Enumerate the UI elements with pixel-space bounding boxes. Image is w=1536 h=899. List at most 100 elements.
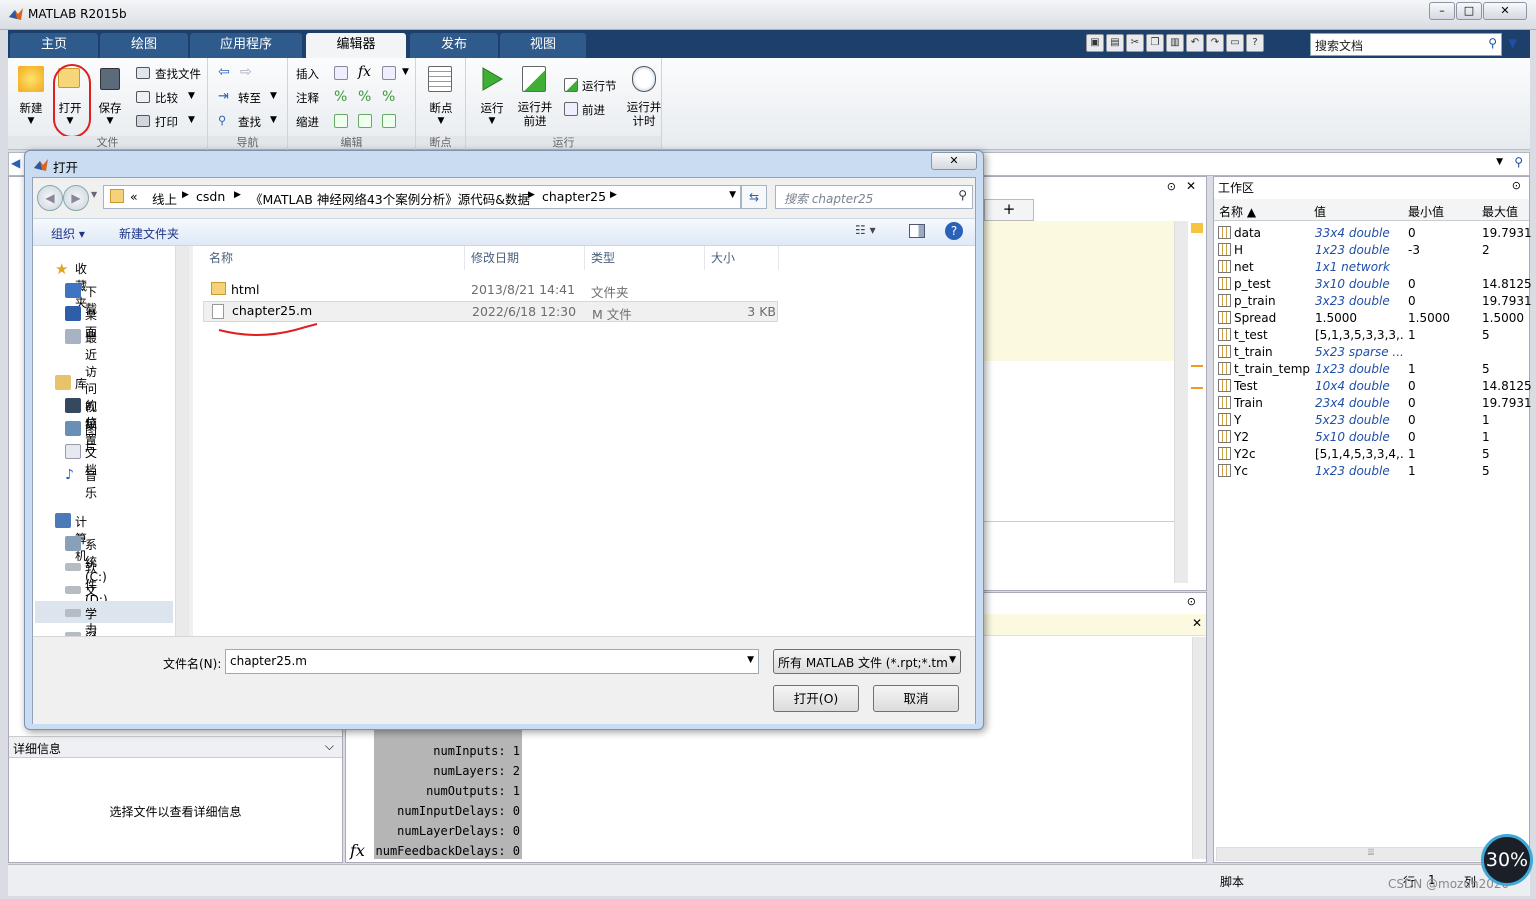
run-and-time-button[interactable]: 运行并 计时	[624, 100, 664, 128]
goto-dropdown-icon[interactable]: ▼	[270, 91, 277, 101]
workspace-hscrollbar[interactable]: ⦙⦙⦙	[1216, 847, 1526, 861]
refresh-icon[interactable]: ⇆	[741, 185, 767, 209]
recent-locations-icon[interactable]: ▼	[91, 190, 97, 199]
folder-search-icon[interactable]: ⚲	[1514, 155, 1523, 169]
col-min[interactable]: 最小值	[1408, 203, 1444, 220]
workspace-row[interactable]: t_train 5x23 sparse ...	[1215, 344, 1527, 361]
paste-icon[interactable]: ▥	[1166, 34, 1184, 52]
chevron-right-icon[interactable]: ▶	[234, 190, 241, 200]
find-button[interactable]: 查找	[238, 114, 261, 130]
breakpoints-button[interactable]: 断点	[420, 100, 462, 116]
breadcrumb[interactable]: « 线上 ▶ csdn ▶ 《MATLAB 神经网络43个案例分析》源代码&数据…	[103, 185, 741, 209]
cancel-button[interactable]: 取消	[873, 685, 959, 712]
indent-button[interactable]: 缩进	[296, 114, 319, 130]
editor-close-icon[interactable]: ✕	[1186, 179, 1196, 193]
col-type[interactable]: 类型	[585, 246, 705, 270]
details-collapse-icon[interactable]: ⌵	[325, 739, 334, 754]
command-menu-icon[interactable]: ⊙	[1187, 595, 1196, 608]
tab-editor[interactable]: 编辑器	[306, 33, 406, 58]
chevron-right-icon[interactable]: ▶	[610, 190, 617, 200]
comment-button[interactable]: 注释	[296, 90, 319, 106]
minimize-button[interactable]: –	[1429, 2, 1455, 20]
fx-button[interactable]: fx	[358, 64, 371, 80]
col-max[interactable]: 最大值	[1482, 203, 1518, 220]
dialog-search-input[interactable]: 搜索 chapter25 ⚲	[775, 185, 973, 209]
funnel-icon[interactable]: ▼	[1508, 36, 1526, 54]
undo-icon[interactable]: ↶	[1186, 34, 1204, 52]
print-button[interactable]: 打印	[155, 114, 178, 130]
workspace-row[interactable]: H 1x23 double -3 2	[1215, 242, 1527, 259]
forward-nav-button[interactable]: ▶	[63, 185, 89, 211]
increase-indent-icon[interactable]	[358, 114, 372, 128]
filetype-dropdown-icon[interactable]: ▼	[949, 655, 956, 665]
back-icon[interactable]: ◀	[11, 156, 20, 170]
save-button[interactable]: 保存	[92, 100, 128, 116]
breadcrumb-item[interactable]: chapter25	[542, 189, 606, 204]
workspace-row[interactable]: Train 23x4 double 0 19.7931	[1215, 395, 1532, 412]
new-tab-button[interactable]: +	[984, 199, 1034, 221]
filename-dropdown-icon[interactable]: ▼	[747, 655, 754, 665]
wrap-comment-icon[interactable]: %	[382, 89, 395, 105]
editor-scrollbar[interactable]	[1174, 221, 1188, 583]
workspace-row[interactable]: Y2 5x10 double 0 1	[1215, 429, 1527, 446]
tab-plots[interactable]: 绘图	[100, 33, 188, 58]
save-icon[interactable]: ▤	[1106, 34, 1124, 52]
breadcrumb-item[interactable]: csdn	[196, 189, 225, 204]
file-row-html[interactable]: html 2013/8/21 14:41 文件夹	[203, 280, 778, 301]
percent-icon[interactable]: %	[334, 89, 347, 105]
maximize-button[interactable]: □	[1456, 2, 1482, 20]
new-folder-button[interactable]: 新建文件夹	[119, 225, 179, 242]
uncomment-icon[interactable]: %	[358, 89, 371, 105]
run-dropdown-icon[interactable]: ▼	[472, 116, 512, 126]
organize-button[interactable]: 组织 ▾	[51, 225, 85, 242]
workspace-row[interactable]: Y 5x23 double 0 1	[1215, 412, 1527, 429]
insert-function-icon[interactable]	[382, 66, 396, 80]
forward-arrow-icon[interactable]: ⇨	[240, 64, 252, 80]
filetype-select[interactable]: 所有 MATLAB 文件 (*.rpt;*.tm ▼	[773, 649, 961, 674]
switch-windows-icon[interactable]: ▭	[1226, 34, 1244, 52]
goto-button[interactable]: 转至	[238, 90, 261, 106]
col-name[interactable]: 名称 ▲	[1219, 203, 1256, 220]
editor-menu-icon[interactable]: ⊙	[1167, 180, 1176, 193]
find-dropdown-icon[interactable]: ▼	[270, 115, 277, 125]
workspace-row[interactable]: net 1x1 network	[1215, 259, 1527, 276]
chevron-right-icon[interactable]: ▶	[528, 190, 535, 200]
fx-prompt-icon[interactable]: fx	[350, 841, 365, 860]
breadcrumb-item[interactable]: 《MATLAB 神经网络43个案例分析》源代码&数据	[250, 189, 530, 208]
search-icon[interactable]: ⚲	[1488, 36, 1497, 50]
workspace-row[interactable]: t_train_temp 1x23 double 1 5	[1215, 361, 1527, 378]
find-files-button[interactable]: 查找文件	[155, 66, 201, 82]
tab-publish[interactable]: 发布	[410, 33, 498, 58]
insert-dropdown-icon[interactable]: ▼	[402, 67, 409, 77]
search-icon[interactable]: ⚲	[958, 188, 967, 202]
details-header[interactable]: 详细信息 ⌵	[9, 736, 342, 758]
tab-apps[interactable]: 应用程序	[190, 33, 302, 58]
insert-icon[interactable]	[334, 66, 348, 80]
redo-icon[interactable]: ↷	[1206, 34, 1224, 52]
new-button[interactable]: 新建	[12, 100, 50, 116]
workspace-menu-icon[interactable]: ⊙	[1512, 179, 1521, 192]
advance-button[interactable]: 前进	[582, 102, 605, 118]
compare-button[interactable]: 比较	[155, 90, 178, 106]
run-section-button[interactable]: 运行节	[582, 78, 617, 94]
workspace-row[interactable]: p_train 3x23 double 0 19.7931	[1215, 293, 1532, 310]
smart-indent-icon[interactable]	[334, 114, 348, 128]
workspace-row[interactable]: data 33x4 double 0 19.7931	[1215, 225, 1532, 242]
tab-view[interactable]: 视图	[500, 33, 586, 58]
insert-button[interactable]: 插入	[296, 66, 319, 82]
workspace-row[interactable]: Test 10x4 double 0 14.8125	[1215, 378, 1532, 395]
open-button[interactable]: 打开(O)	[773, 685, 859, 712]
back-nav-button[interactable]: ◀	[37, 185, 63, 211]
col-value[interactable]: 值	[1314, 203, 1326, 220]
file-row-chapter25[interactable]: chapter25.m 2022/6/18 12:30 M 文件 3 KB	[203, 301, 778, 322]
dialog-close-button[interactable]: ✕	[931, 152, 977, 170]
command-scrollbar[interactable]	[1192, 637, 1206, 859]
breadcrumb-overflow[interactable]: «	[130, 189, 138, 204]
copy-icon[interactable]: ❐	[1146, 34, 1164, 52]
save-dropdown-icon[interactable]: ▼	[92, 116, 128, 126]
workspace-row[interactable]: p_test 3x10 double 0 14.8125	[1215, 276, 1532, 293]
workspace-row[interactable]: Spread 1.5000 1.5000 1.5000	[1215, 310, 1527, 327]
col-size[interactable]: 大小	[705, 246, 779, 270]
folder-dropdown-icon[interactable]: ▼	[1496, 157, 1503, 167]
filename-input[interactable]: chapter25.m ▼	[225, 649, 759, 674]
